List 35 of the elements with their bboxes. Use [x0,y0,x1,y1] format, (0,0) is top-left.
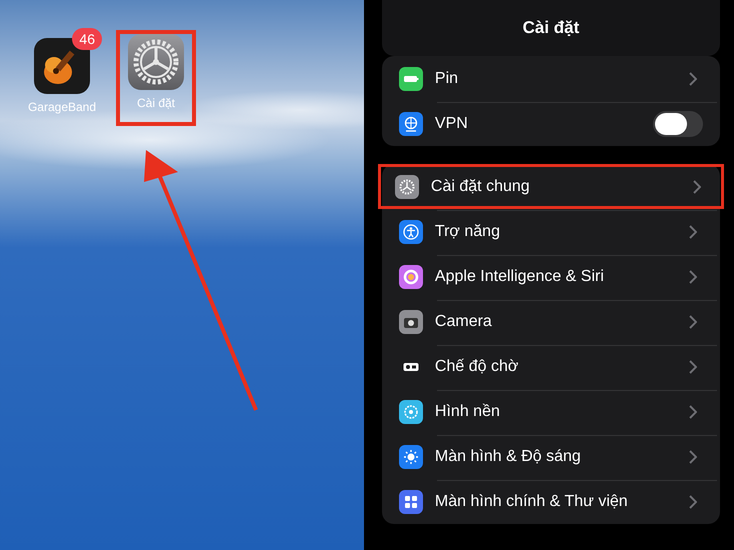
setting-label: Chế độ chờ [434,358,520,376]
setting-label: Apple Intelligence & Siri [434,268,605,286]
setting-label: Camera [434,312,493,330]
chevron-icon [689,270,697,284]
setting-label: Hình nền [434,402,501,420]
chevron-icon [689,494,697,508]
chevron-icon [689,72,697,86]
setting-label: Màn hình chính & Thư viện [434,492,629,510]
chevron-icon [689,224,697,238]
settings-row[interactable]: Camera [382,299,720,344]
setting-label: VPN [434,114,469,132]
app-label: GarageBand [28,100,96,114]
chevron-icon [689,404,697,418]
setting-label: Màn hình & Độ sáng [434,448,582,466]
chevron-icon [693,180,701,194]
setting-label: Trợ năng [434,222,501,240]
settings-row[interactable]: Hình nền [382,389,720,434]
settings-row[interactable]: Chế độ chờ [382,344,720,389]
gear-app-icon[interactable] [128,34,184,90]
chevron-icon [689,314,697,328]
notification-badge: 46 [72,28,102,50]
chevron-icon [689,450,697,464]
settings-row[interactable]: Màn hình & Độ sáng [382,434,720,479]
settings-row[interactable]: Trợ năng [382,209,720,254]
settings-row[interactable]: Apple Intelligence & Siri [382,254,720,299]
settings-row[interactable]: VPN [382,101,720,146]
setting-label: Pin [434,70,460,88]
chevron-icon [689,360,697,374]
settings-row[interactable]: Pin [382,56,720,101]
setting-label: Cài đặt chung [430,178,531,196]
settings-row[interactable]: Màn hình chính & Thư viện [382,479,720,524]
toggle-switch[interactable] [653,110,703,136]
app-label: Cài đặt [136,96,176,110]
settings-row[interactable]: Cài đặt chung [378,164,724,209]
screen-title: Cài đặt [522,18,580,38]
